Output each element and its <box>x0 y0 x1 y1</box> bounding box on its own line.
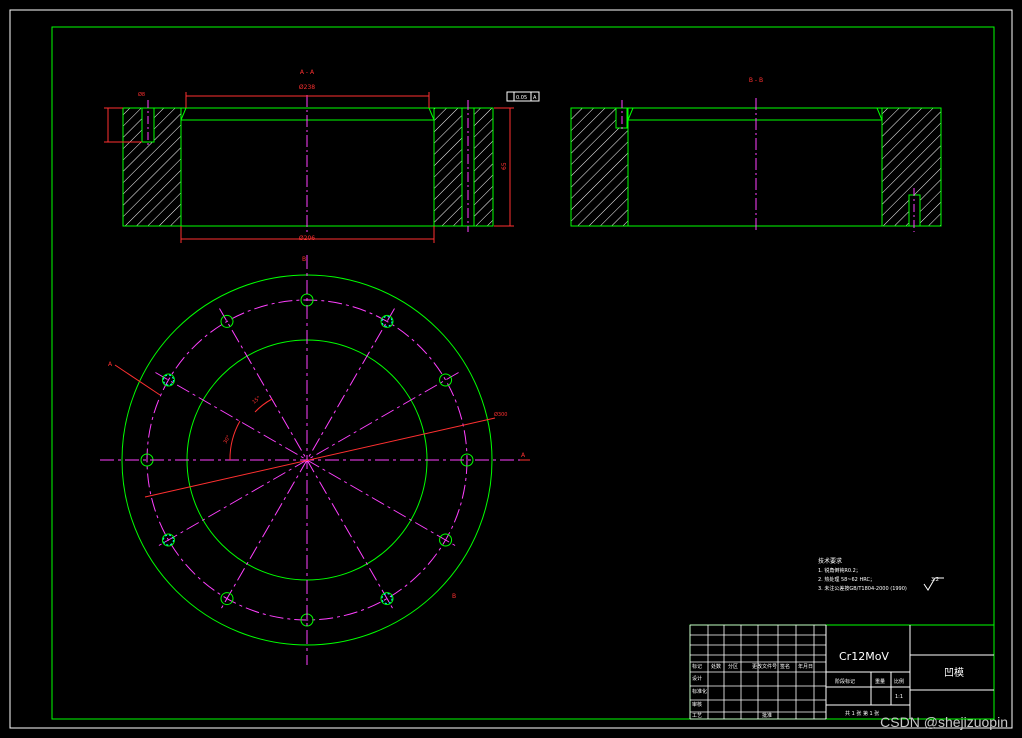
header-doc: 更改文件号 <box>752 663 777 670</box>
dim-height: 65 <box>501 162 508 170</box>
row-standard: 标准化 <box>692 688 707 695</box>
marker-a-left: A <box>108 361 113 368</box>
stage-header: 阶段标记 <box>835 678 855 685</box>
section-b-label: B - B <box>749 77 763 84</box>
section-a-label: A - A <box>300 69 315 76</box>
marker-a-right: A <box>521 452 526 459</box>
dim-small-hole: Ø8 <box>138 91 145 98</box>
dim-top-width: Ø238 <box>299 84 315 91</box>
part-name-text: 凹模 <box>944 667 964 679</box>
marker-b-bottom: B <box>452 593 456 600</box>
scale-value: 1:1 <box>895 694 903 700</box>
row-approve: 批准 <box>762 712 772 719</box>
angle-30: 30° <box>223 434 233 445</box>
weight-header: 重量 <box>875 678 885 685</box>
notes-line-3: 3. 未注公差按GB/T1804-2000 (1990) <box>818 585 907 592</box>
header-mark: 标记 <box>692 663 702 670</box>
scale-header: 比例 <box>894 678 904 685</box>
sheet-count: 共 1 张 第 1 张 <box>845 710 879 717</box>
flatness-value: 0.05 <box>516 95 527 101</box>
technical-notes: 技术要求 1. 锐角倒钝R0.2； 2. 热处理 58~62 HRC； 3. 未… <box>818 557 944 592</box>
flatness-datum: A <box>533 95 537 101</box>
header-sign: 签名 <box>780 663 790 670</box>
row-process: 工艺 <box>692 713 702 719</box>
watermark: CSDN @shejizuopin <box>880 714 1008 730</box>
dim-radius: Ø300 <box>494 411 507 418</box>
header-date: 年月日 <box>798 663 813 670</box>
dim-bottom-width: Ø206 <box>299 235 315 242</box>
roughness-symbol <box>923 577 944 591</box>
angle-15: 15° <box>251 395 262 406</box>
inner-border <box>51 26 995 720</box>
row-design: 设计 <box>692 675 702 682</box>
header-count: 处数 <box>711 663 721 670</box>
drawing-sheet: A - A Ø238 Ø206 65 Ø8 0.05 A B - B A A B… <box>9 9 1013 729</box>
cut-line-a <box>144 417 496 498</box>
title-block: Cr12MoV 凹模 标记 处数 分区 更改文件号 签名 年月日 设计 标准化 … <box>689 624 995 720</box>
header-zone: 分区 <box>728 663 738 670</box>
notes-line-1: 1. 锐角倒钝R0.2； <box>818 567 861 574</box>
row-review: 审核 <box>692 701 702 708</box>
notes-line-2: 2. 热处理 58~62 HRC； <box>818 576 875 583</box>
title-block-grid <box>689 624 827 720</box>
marker-b-top: B <box>302 256 306 263</box>
section-a-a-view: A - A Ø238 Ø206 65 Ø8 0.05 A <box>104 69 540 243</box>
material-text: Cr12MoV <box>839 650 889 663</box>
plan-view: A A B B Ø300 30° 15° <box>100 255 530 665</box>
section-b-b-view: B - B <box>570 77 942 232</box>
notes-title: 技术要求 <box>818 557 842 565</box>
